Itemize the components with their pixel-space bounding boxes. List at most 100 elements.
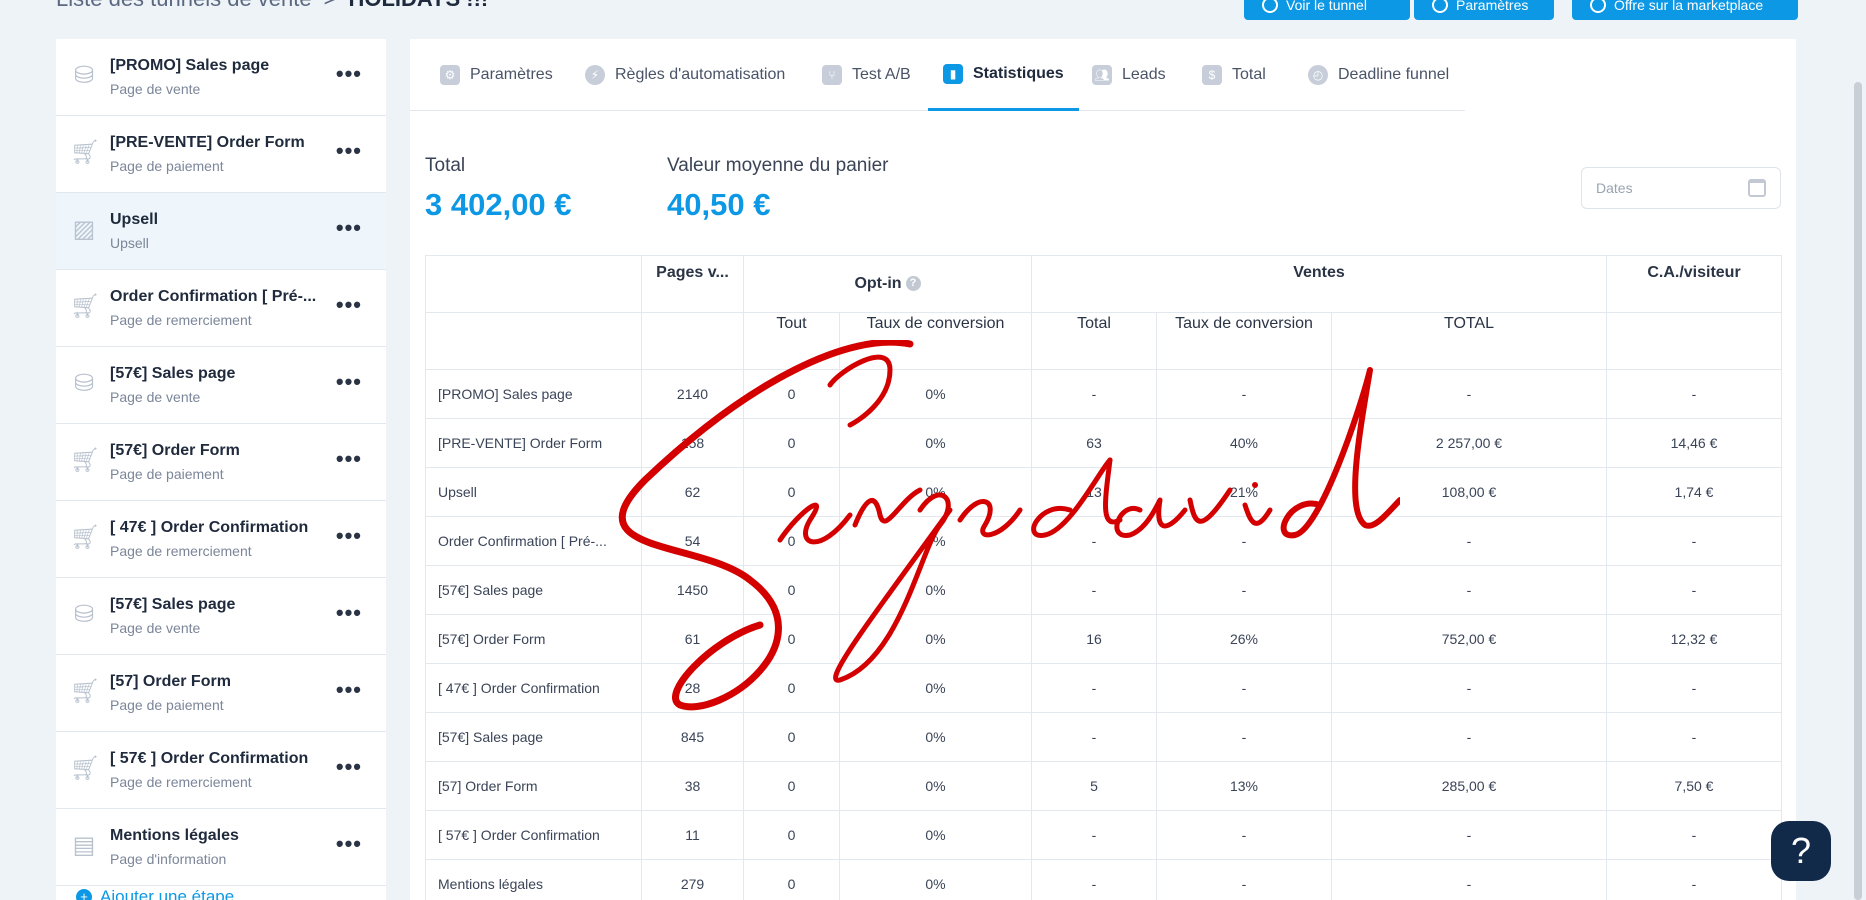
settings-icon: ⚙ — [440, 65, 460, 85]
step-title: [ 47€ ] Order Confirmation — [110, 519, 309, 536]
avg-cart-value: 40,50 € — [667, 187, 771, 222]
coins-icon: ⛁ — [73, 370, 95, 397]
table-row: [ 57€ ] Order Confirmation 11 0 0% - - - - — [425, 810, 1782, 860]
more-options-icon[interactable]: ••• — [336, 61, 362, 87]
tab-leads[interactable]: 👥︎ Leads — [1092, 39, 1166, 111]
more-options-icon[interactable]: ••• — [336, 215, 362, 241]
page-scrollbar[interactable] — [1854, 82, 1862, 900]
col-pages-viewed: Pages v... — [641, 255, 744, 313]
cell-sales-total: 5 — [1031, 761, 1157, 811]
cell-revenue-per-visitor: 14,46 € — [1606, 418, 1782, 468]
step-type: Page d'information — [110, 851, 227, 867]
chart-up-icon: ▨ — [72, 216, 96, 243]
funnel-step[interactable]: ⛁ [PROMO] Sales page Page de vente ••• — [56, 39, 386, 116]
step-type: Page de vente — [110, 620, 201, 636]
eye-icon — [1262, 0, 1278, 13]
step-title: [57€] Sales page — [110, 365, 236, 382]
more-options-icon[interactable]: ••• — [336, 677, 362, 703]
step-title: [PROMO] Sales page — [110, 57, 270, 74]
cell-step-name: [57] Order Form — [425, 761, 642, 811]
step-title: [57€] Order Form — [110, 442, 240, 459]
settings-button[interactable]: Paramètres — [1414, 0, 1554, 20]
funnel-step[interactable]: ⛁ [57€] Sales page Page de vente ••• — [56, 347, 386, 424]
date-range-input[interactable]: Dates — [1581, 167, 1781, 209]
date-placeholder: Dates — [1596, 180, 1633, 196]
tab-statistics[interactable]: ▮ Statistiques — [928, 39, 1079, 111]
cell-sales-rate: 13% — [1156, 761, 1332, 811]
tab-deadline-funnel[interactable]: ◴ Deadline funnel — [1308, 39, 1449, 111]
table-row: Mentions légales 279 0 0% - - - - — [425, 859, 1782, 900]
view-funnel-button[interactable]: Voir le tunnel — [1244, 0, 1410, 20]
more-options-icon[interactable]: ••• — [336, 754, 362, 780]
tab-total[interactable]: $ Total — [1202, 39, 1266, 111]
calendar-icon — [1748, 179, 1766, 197]
funnel-step[interactable]: 🛒︎ [PRE-VENTE] Order Form Page de paieme… — [56, 116, 386, 193]
breadcrumb-root-link[interactable]: Liste des tunnels de vente — [56, 0, 312, 11]
step-type: Page de paiement — [110, 158, 224, 174]
more-options-icon[interactable]: ••• — [336, 292, 362, 318]
gear-icon — [1432, 0, 1448, 13]
cell-sales-sum: - — [1331, 859, 1607, 900]
col-optin: Opt-in? — [743, 255, 1032, 313]
funnel-step[interactable]: 🛒︎ [57€] Order Form Page de paiement ••• — [56, 424, 386, 501]
help-chat-button[interactable]: ? — [1771, 821, 1831, 881]
total-value: 3 402,00 € — [425, 187, 572, 222]
cell-step-name: Mentions légales — [425, 859, 642, 900]
more-options-icon[interactable]: ••• — [336, 600, 362, 626]
funnel-step[interactable]: 🛒︎ [ 47€ ] Order Confirmation Page de re… — [56, 501, 386, 578]
cell-step-name: [ 57€ ] Order Confirmation — [425, 810, 642, 860]
cart-icon: 🛒︎ — [70, 447, 101, 474]
cell-optin-rate: 0% — [839, 810, 1032, 860]
cell-optin-rate: 0% — [839, 761, 1032, 811]
coins-icon: ⛁ — [73, 601, 95, 628]
cell-sales-rate: - — [1156, 810, 1332, 860]
cell-optin-all: 0 — [743, 859, 840, 900]
tab-ab-test[interactable]: ⑂ Test A/B — [822, 39, 911, 111]
more-options-icon[interactable]: ••• — [336, 831, 362, 857]
tab-parametres[interactable]: ⚙ Paramètres — [440, 39, 553, 111]
cell-revenue-per-visitor: 12,32 € — [1606, 614, 1782, 664]
total-label: Total — [425, 155, 466, 176]
col-revenue-per-visitor: C.A./visiteur — [1606, 255, 1782, 313]
cell-revenue-per-visitor: - — [1606, 712, 1782, 762]
more-options-icon[interactable]: ••• — [336, 446, 362, 472]
breadcrumb-current: HOLIDAYS !!! — [348, 0, 488, 11]
step-type: Page de vente — [110, 389, 201, 405]
cart-check-icon: 🛒︎ — [70, 293, 101, 320]
marketplace-offer-button[interactable]: Offre sur la marketplace — [1572, 0, 1798, 20]
cart-icon: 🛒︎ — [70, 678, 101, 705]
cart-check-icon: 🛒︎ — [70, 755, 101, 782]
funnel-step[interactable]: ▤ Mentions légales Page d'information ••… — [56, 809, 386, 886]
funnel-steps-sidebar: ⛁ [PROMO] Sales page Page de vente ••• 🛒… — [56, 39, 386, 900]
bolt-icon: ⚡︎ — [585, 65, 605, 85]
cell-optin-all: 0 — [743, 810, 840, 860]
step-type: Upsell — [110, 235, 149, 251]
cell-revenue-per-visitor: 1,74 € — [1606, 467, 1782, 517]
cell-pages-viewed: 279 — [641, 859, 744, 900]
more-options-icon[interactable]: ••• — [336, 369, 362, 395]
cart-icon: 🛒︎ — [70, 139, 101, 166]
add-step-button[interactable]: + Ajouter une étape — [76, 887, 234, 900]
signature-watermark — [618, 340, 1400, 711]
info-page-icon: ▤ — [72, 832, 96, 859]
step-title: Upsell — [110, 211, 159, 228]
step-title: [57€] Sales page — [110, 596, 236, 613]
users-icon: 👥︎ — [1092, 65, 1112, 85]
funnel-step[interactable]: ⛁ [57€] Sales page Page de vente ••• — [56, 578, 386, 655]
cell-pages-viewed: 38 — [641, 761, 744, 811]
funnel-step[interactable]: 🛒︎ [57] Order Form Page de paiement ••• — [56, 655, 386, 732]
tab-automation-rules[interactable]: ⚡︎ Règles d'automatisation — [585, 39, 785, 111]
split-icon: ⑂ — [822, 65, 842, 85]
step-title: [PRE-VENTE] Order Form — [110, 134, 305, 151]
funnel-step[interactable]: 🛒︎ Order Confirmation [ Pré-... Page de … — [56, 270, 386, 347]
help-icon[interactable]: ? — [905, 276, 921, 292]
cell-revenue-per-visitor: - — [1606, 810, 1782, 860]
table-row: [57] Order Form 38 0 0% 5 13% 285,00 €7,50 € — [425, 761, 1782, 811]
coins-icon: ⛁ — [73, 62, 95, 89]
funnel-step[interactable]: ▨ Upsell Upsell ••• — [56, 193, 386, 270]
dollar-icon: $ — [1202, 65, 1222, 85]
col-sales: Ventes — [1031, 255, 1607, 313]
more-options-icon[interactable]: ••• — [336, 138, 362, 164]
funnel-step[interactable]: 🛒︎ [ 57€ ] Order Confirmation Page de re… — [56, 732, 386, 809]
more-options-icon[interactable]: ••• — [336, 523, 362, 549]
